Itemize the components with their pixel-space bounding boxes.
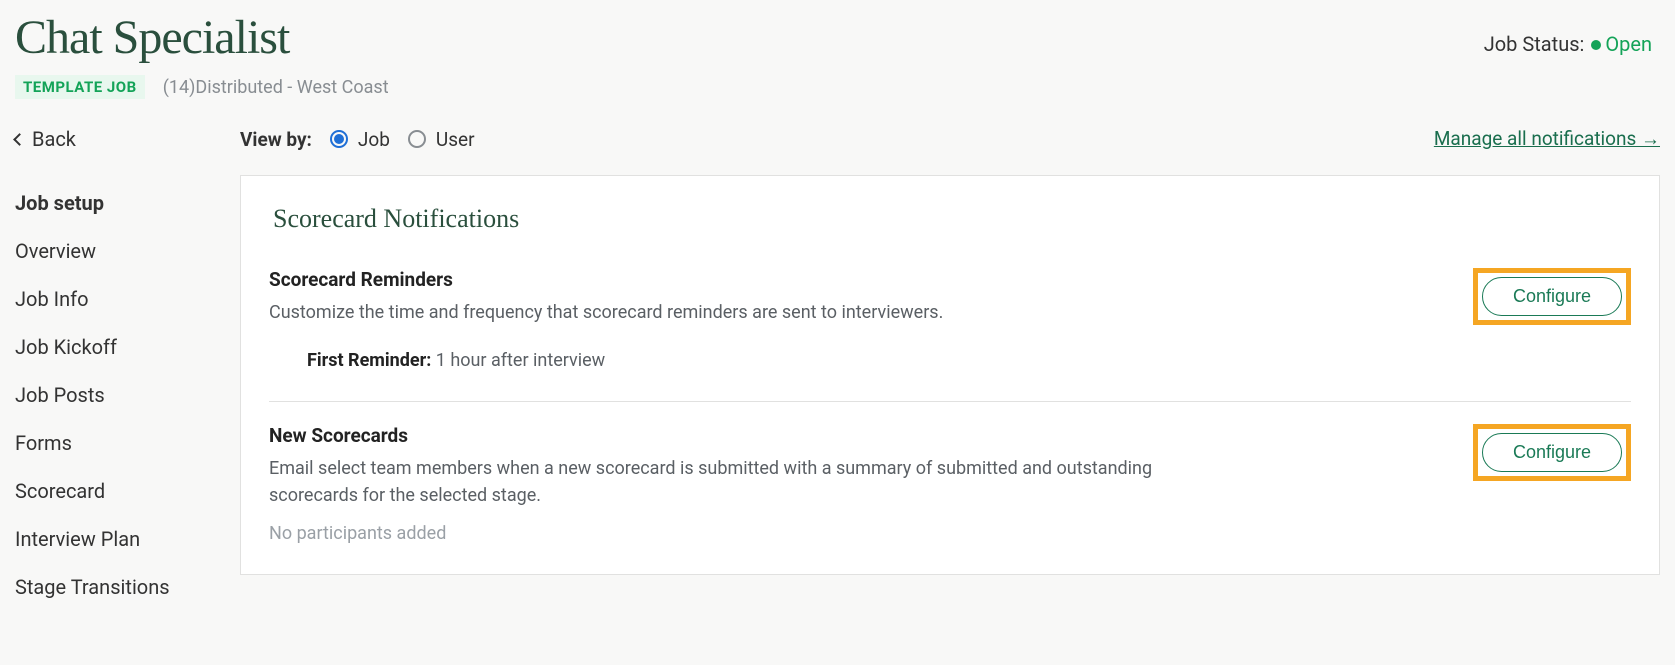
sidebar-item-job-info[interactable]: Job Info: [15, 275, 240, 323]
view-by-label: View by:: [240, 128, 312, 151]
chevron-left-icon: [13, 133, 26, 146]
panel-title: Scorecard Notifications: [273, 204, 1631, 234]
configure-highlight: Configure: [1473, 268, 1631, 325]
no-participants-text: No participants added: [269, 523, 1169, 544]
sidebar-item-scorecard[interactable]: Scorecard: [15, 467, 240, 515]
new-scorecards-section: New Scorecards Email select team members…: [269, 401, 1631, 564]
back-label: Back: [32, 127, 76, 151]
job-status-label: Job Status:: [1484, 32, 1585, 56]
status-dot-icon: [1591, 40, 1601, 50]
sidebar-item-job-setup[interactable]: Job setup: [15, 179, 240, 227]
new-scorecards-desc: Email select team members when a new sco…: [269, 455, 1169, 509]
new-scorecards-title: New Scorecards: [269, 424, 1169, 447]
sidebar-item-forms[interactable]: Forms: [15, 419, 240, 467]
sidebar: Back Job setup Overview Job Info Job Kic…: [15, 127, 240, 611]
radio-unchecked-icon: [408, 130, 426, 148]
first-reminder-value: 1 hour after interview: [436, 350, 605, 371]
first-reminder-row: First Reminder: 1 hour after interview: [307, 350, 943, 371]
back-link[interactable]: Back: [15, 127, 240, 151]
page-title: Chat Specialist: [15, 10, 389, 65]
notifications-panel: Scorecard Notifications Scorecard Remind…: [240, 175, 1660, 575]
template-job-badge: TEMPLATE JOB: [15, 75, 145, 99]
manage-all-notifications-link[interactable]: Manage all notifications →: [1434, 127, 1660, 151]
sidebar-item-stage-transitions[interactable]: Stage Transitions: [15, 563, 240, 611]
requisition-location: (14)Distributed - West Coast: [163, 77, 389, 98]
view-by-user-label: User: [436, 128, 475, 151]
configure-reminders-button[interactable]: Configure: [1482, 277, 1622, 316]
configure-highlight: Configure: [1473, 424, 1631, 481]
view-by-job-radio[interactable]: Job: [330, 128, 390, 151]
view-by-job-label: Job: [358, 128, 390, 151]
view-by-user-radio[interactable]: User: [408, 128, 475, 151]
job-status-value: Open: [1605, 32, 1652, 56]
radio-checked-icon: [330, 130, 348, 148]
first-reminder-label: First Reminder:: [307, 350, 431, 371]
sidebar-item-job-posts[interactable]: Job Posts: [15, 371, 240, 419]
job-status: Job Status: Open: [1484, 10, 1660, 56]
scorecard-reminders-section: Scorecard Reminders Customize the time a…: [269, 268, 1631, 401]
scorecard-reminders-title: Scorecard Reminders: [269, 268, 943, 291]
sidebar-item-job-kickoff[interactable]: Job Kickoff: [15, 323, 240, 371]
sidebar-item-overview[interactable]: Overview: [15, 227, 240, 275]
configure-new-scorecards-button[interactable]: Configure: [1482, 433, 1622, 472]
scorecard-reminders-desc: Customize the time and frequency that sc…: [269, 299, 943, 326]
sidebar-item-interview-plan[interactable]: Interview Plan: [15, 515, 240, 563]
